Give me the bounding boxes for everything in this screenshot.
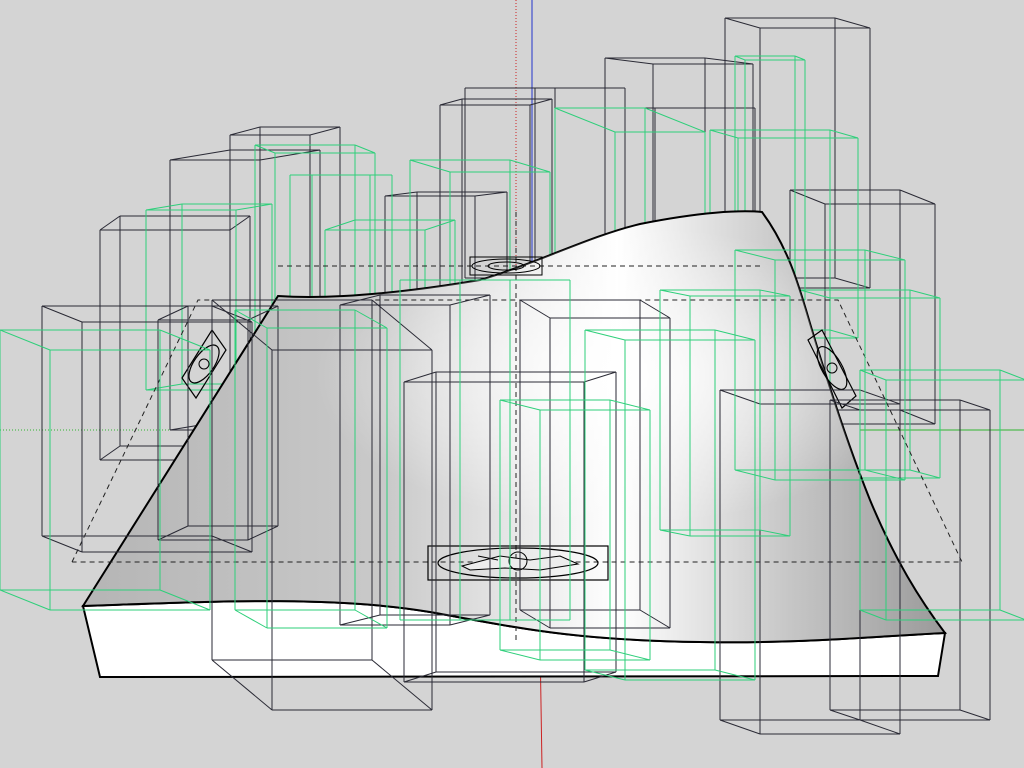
box-edge bbox=[99, 445, 121, 461]
box-edge bbox=[999, 609, 1024, 620]
box-edge bbox=[99, 215, 121, 231]
box-edge bbox=[704, 57, 754, 65]
box-edge bbox=[999, 369, 1024, 380]
box-edge bbox=[959, 399, 991, 411]
box-edge bbox=[145, 203, 183, 211]
box-edge bbox=[384, 191, 418, 197]
box-edge bbox=[157, 305, 189, 321]
box-edge bbox=[899, 189, 936, 205]
box-edge bbox=[354, 144, 376, 154]
box-edge bbox=[604, 57, 654, 65]
box-edge bbox=[41, 305, 83, 323]
box-edge bbox=[709, 129, 739, 139]
box-edge bbox=[859, 389, 901, 405]
box-edge bbox=[829, 329, 859, 339]
box-edge bbox=[309, 126, 341, 136]
box-edge bbox=[259, 149, 321, 161]
box-edge bbox=[439, 98, 463, 106]
box-edge bbox=[41, 535, 83, 553]
box-edge bbox=[145, 383, 183, 391]
box-edge bbox=[859, 369, 887, 381]
box-edge bbox=[254, 144, 276, 154]
box-edge bbox=[859, 719, 901, 735]
3d-viewport[interactable] bbox=[0, 0, 1024, 768]
box-edge bbox=[159, 329, 211, 351]
box-edge bbox=[0, 589, 51, 611]
box-edge bbox=[794, 55, 806, 61]
box-edge bbox=[474, 191, 508, 197]
box-edge bbox=[409, 159, 451, 173]
box-edge bbox=[169, 149, 231, 161]
box-edge bbox=[529, 98, 553, 106]
box-edge bbox=[834, 17, 871, 29]
box-edge bbox=[864, 249, 906, 261]
box-edge bbox=[724, 17, 761, 29]
box-edge bbox=[229, 215, 251, 231]
box-edge bbox=[235, 203, 273, 211]
box-edge bbox=[719, 719, 761, 735]
box-edge bbox=[644, 107, 706, 133]
box-edge bbox=[909, 469, 941, 479]
box-edge bbox=[959, 709, 991, 721]
box-edge bbox=[734, 55, 746, 61]
box-edge bbox=[829, 129, 859, 139]
box-edge bbox=[234, 309, 268, 329]
box-edge bbox=[829, 709, 861, 721]
box-edge bbox=[554, 107, 616, 133]
box-edge bbox=[229, 126, 261, 136]
